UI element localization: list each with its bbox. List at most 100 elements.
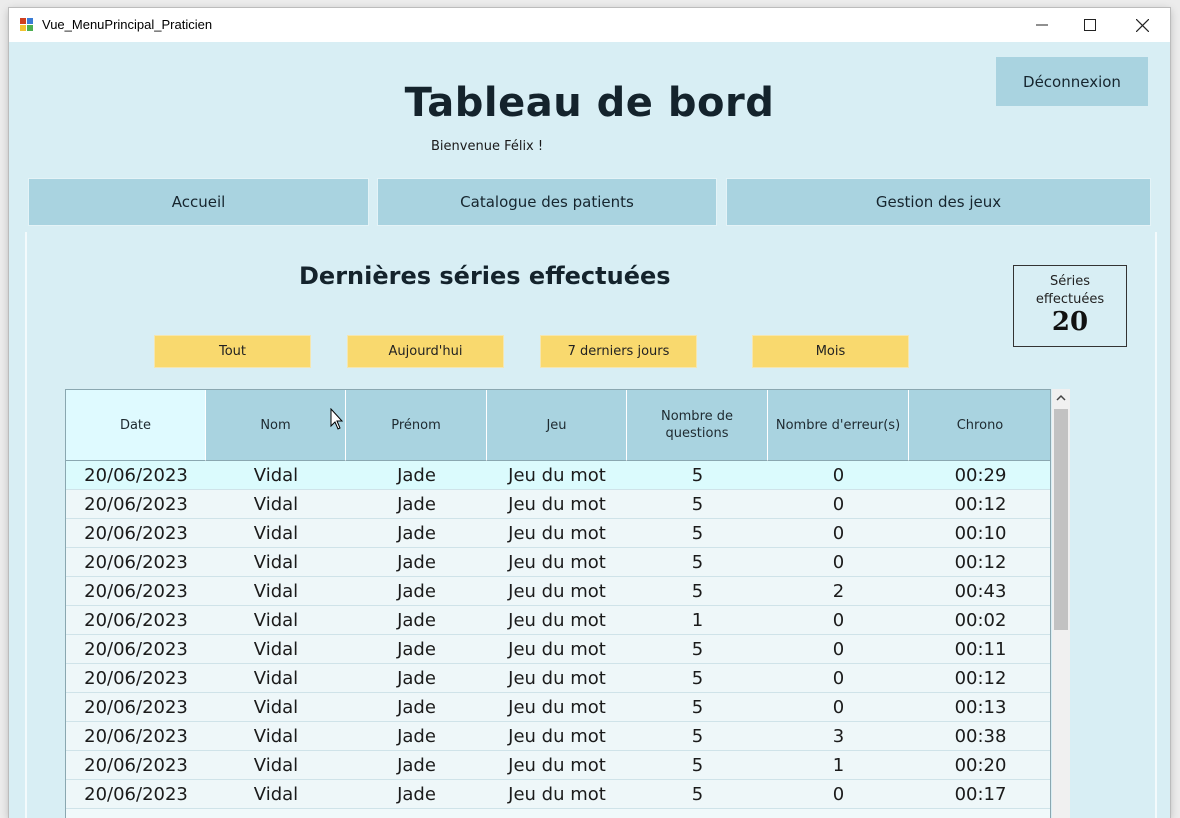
maximize-button[interactable] bbox=[1067, 8, 1113, 42]
table-row[interactable]: 20/06/2023 Vidal Jade Jeu du mot 5 0 00:29 bbox=[66, 461, 1050, 490]
column-header-jeu[interactable]: Jeu bbox=[487, 390, 627, 461]
cell-jeu: Jeu du mot bbox=[508, 638, 606, 660]
table-row[interactable]: 20/06/2023 Vidal Jade Jeu du mot 5 0 00:13 bbox=[66, 693, 1050, 722]
cell-prenom: Jade bbox=[397, 493, 436, 515]
cell-prenom: Jade bbox=[397, 609, 436, 631]
table-row[interactable]: 20/06/2023 Vidal Jade Jeu du mot 5 0 00:12 bbox=[66, 548, 1050, 577]
cell-chrono: 00:38 bbox=[954, 725, 1007, 747]
cell-errors: 0 bbox=[832, 667, 845, 689]
cell-date: 20/06/2023 bbox=[84, 522, 188, 544]
table-row[interactable]: 20/06/2023 Vidal Jade Jeu du mot 5 0 00:12 bbox=[66, 664, 1050, 693]
vertical-scrollbar[interactable] bbox=[1052, 389, 1070, 818]
cell-questions: 5 bbox=[691, 696, 704, 718]
cell-chrono: 00:10 bbox=[954, 522, 1007, 544]
column-header-errors[interactable]: Nombre d'erreur(s) bbox=[768, 390, 909, 461]
table-row[interactable]: 20/06/2023 Vidal Jade Jeu du mot 5 0 00:17 bbox=[66, 780, 1050, 809]
cell-chrono: 00:17 bbox=[954, 783, 1007, 805]
column-header-chrono[interactable]: Chrono bbox=[909, 390, 1050, 461]
cell-errors: 0 bbox=[832, 638, 845, 660]
tab-gestion-jeux[interactable]: Gestion des jeux bbox=[726, 178, 1151, 226]
cell-nom: Vidal bbox=[253, 783, 299, 805]
cell-date: 20/06/2023 bbox=[84, 754, 188, 776]
cell-errors: 0 bbox=[832, 493, 845, 515]
cell-jeu: Jeu du mot bbox=[508, 783, 606, 805]
cell-date: 20/06/2023 bbox=[84, 725, 188, 747]
table-row[interactable]: 20/06/2023 Vidal Jade Jeu du mot 5 3 00:38 bbox=[66, 722, 1050, 751]
filter-month-button[interactable]: Mois bbox=[752, 335, 909, 368]
cell-prenom: Jade bbox=[397, 464, 436, 486]
table-row[interactable]: 20/06/2023 Vidal Jade Jeu du mot 5 0 00:10 bbox=[66, 519, 1050, 548]
cell-questions: 5 bbox=[691, 493, 704, 515]
cell-chrono: 00:43 bbox=[954, 580, 1007, 602]
column-header-prenom[interactable]: Prénom bbox=[346, 390, 487, 461]
maximize-icon bbox=[1084, 19, 1096, 31]
series-table[interactable]: Date Nom Prénom Jeu Nombre de questions … bbox=[65, 389, 1051, 818]
cell-prenom: Jade bbox=[397, 696, 436, 718]
cell-prenom: Jade bbox=[397, 783, 436, 805]
column-header-date[interactable]: Date bbox=[66, 390, 206, 461]
welcome-message: Bienvenue Félix ! bbox=[431, 139, 544, 154]
cell-chrono: 00:11 bbox=[954, 638, 1007, 660]
cell-jeu: Jeu du mot bbox=[508, 580, 606, 602]
cell-questions: 5 bbox=[691, 551, 704, 573]
cell-questions: 5 bbox=[691, 725, 704, 747]
cell-nom: Vidal bbox=[253, 493, 299, 515]
column-header-questions[interactable]: Nombre de questions bbox=[627, 390, 768, 461]
table-row[interactable]: 20/06/2023 Vidal Jade Jeu du mot 5 2 00:43 bbox=[66, 577, 1050, 606]
cell-questions: 5 bbox=[691, 522, 704, 544]
cell-questions: 5 bbox=[691, 783, 704, 805]
cell-questions: 5 bbox=[691, 638, 704, 660]
cell-errors: 0 bbox=[832, 696, 845, 718]
cell-questions: 5 bbox=[691, 580, 704, 602]
section-title: Dernières séries effectuées bbox=[299, 262, 671, 290]
counter-label: Séries effectuées bbox=[1035, 274, 1105, 307]
filter-7-days-button[interactable]: 7 derniers jours bbox=[540, 335, 697, 368]
cell-date: 20/06/2023 bbox=[84, 609, 188, 631]
table-row[interactable]: 20/06/2023 Vidal Jade Jeu du mot 5 0 00:11 bbox=[66, 635, 1050, 664]
cell-date: 20/06/2023 bbox=[84, 551, 188, 573]
cell-date: 20/06/2023 bbox=[84, 493, 188, 515]
cell-nom: Vidal bbox=[253, 551, 299, 573]
cell-jeu: Jeu du mot bbox=[508, 725, 606, 747]
counter-value: 20 bbox=[1051, 307, 1089, 337]
scroll-thumb[interactable] bbox=[1054, 409, 1068, 630]
cell-date: 20/06/2023 bbox=[84, 696, 188, 718]
cell-jeu: Jeu du mot bbox=[508, 696, 606, 718]
cell-jeu: Jeu du mot bbox=[508, 551, 606, 573]
cell-nom: Vidal bbox=[253, 580, 299, 602]
mouse-pointer-icon bbox=[330, 408, 344, 430]
cell-prenom: Jade bbox=[397, 754, 436, 776]
cell-errors: 1 bbox=[832, 754, 845, 776]
minimize-button[interactable] bbox=[1019, 8, 1065, 42]
close-button[interactable] bbox=[1119, 8, 1165, 42]
cell-nom: Vidal bbox=[253, 638, 299, 660]
logout-button[interactable]: Déconnexion bbox=[995, 56, 1149, 107]
table-row[interactable]: 20/06/2023 Vidal Jade Jeu du mot 5 0 00:12 bbox=[66, 490, 1050, 519]
tab-catalogue-patients[interactable]: Catalogue des patients bbox=[377, 178, 717, 226]
cell-date: 20/06/2023 bbox=[84, 464, 188, 486]
table-row[interactable]: 20/06/2023 Vidal Jade Jeu du mot 1 0 00:02 bbox=[66, 606, 1050, 635]
window-title: Vue_MenuPrincipal_Praticien bbox=[42, 17, 213, 32]
cell-chrono: 00:20 bbox=[954, 754, 1007, 776]
tab-accueil[interactable]: Accueil bbox=[28, 178, 369, 226]
filter-all-button[interactable]: Tout bbox=[154, 335, 311, 368]
cell-questions: 1 bbox=[691, 609, 704, 631]
column-header-nom[interactable]: Nom bbox=[206, 390, 346, 461]
scroll-up-button[interactable] bbox=[1052, 389, 1070, 407]
cell-nom: Vidal bbox=[253, 696, 299, 718]
cell-errors: 0 bbox=[832, 609, 845, 631]
cell-prenom: Jade bbox=[397, 725, 436, 747]
cell-prenom: Jade bbox=[397, 522, 436, 544]
cell-chrono: 00:12 bbox=[954, 667, 1007, 689]
filter-today-button[interactable]: Aujourd'hui bbox=[347, 335, 504, 368]
table-header: Date Nom Prénom Jeu Nombre de questions … bbox=[66, 390, 1050, 461]
app-icon bbox=[19, 17, 35, 33]
table-row[interactable]: 20/06/2023 Vidal Jade Jeu du mot 5 1 00:20 bbox=[66, 751, 1050, 780]
series-counter: Séries effectuées 20 bbox=[1013, 265, 1127, 347]
cell-chrono: 00:02 bbox=[954, 609, 1007, 631]
cell-nom: Vidal bbox=[253, 667, 299, 689]
cell-prenom: Jade bbox=[397, 551, 436, 573]
cell-questions: 5 bbox=[691, 754, 704, 776]
cell-nom: Vidal bbox=[253, 725, 299, 747]
cell-chrono: 00:12 bbox=[954, 493, 1007, 515]
